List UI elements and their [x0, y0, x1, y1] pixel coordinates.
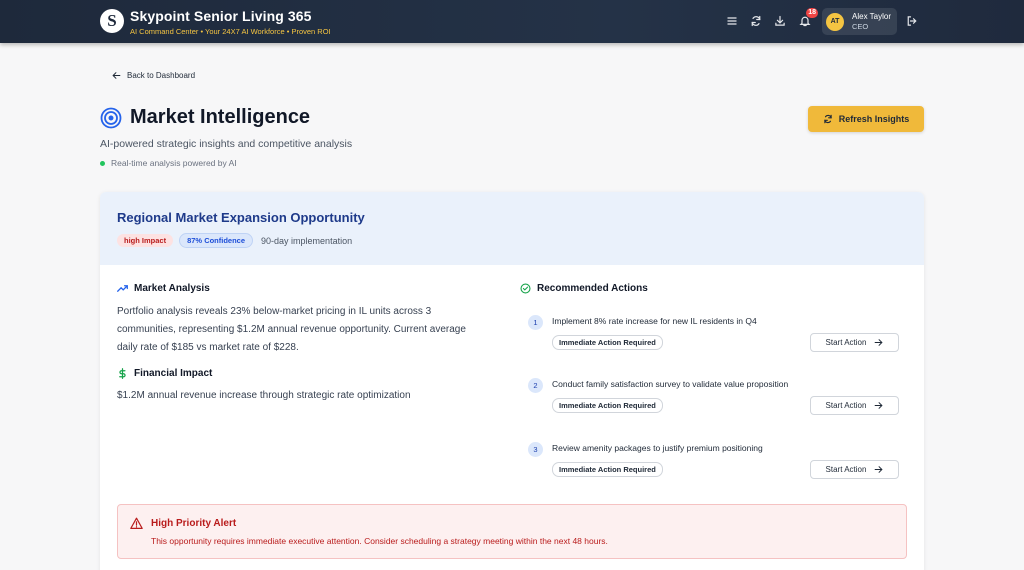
- action-text: Implement 8% rate increase for new IL re…: [552, 316, 757, 326]
- arrow-right-icon: [875, 339, 884, 346]
- download-icon[interactable]: [772, 13, 788, 29]
- target-icon: [100, 107, 122, 129]
- page-title: Market Intelligence: [130, 106, 311, 128]
- refresh-insights-label: Refresh Insights: [838, 114, 910, 124]
- brand-block: Skypoint Senior Living 365 AI Command Ce…: [130, 7, 331, 37]
- insight-card: Regional Market Expansion Opportunity hi…: [100, 192, 924, 570]
- alert-text: This opportunity requires immediate exec…: [151, 536, 608, 546]
- arrow-right-icon: [875, 466, 884, 473]
- brand-logo[interactable]: S: [100, 9, 124, 33]
- financial-impact-label: Financial Impact: [134, 368, 213, 379]
- financial-impact-heading: Financial Impact: [117, 368, 212, 379]
- action-priority-tag: Immediate Action Required: [552, 462, 663, 477]
- action-number: 1: [528, 315, 543, 330]
- arrow-right-icon: [875, 402, 884, 409]
- start-action-button[interactable]: Start Action: [810, 460, 899, 479]
- dollar-icon: [119, 368, 126, 379]
- market-analysis-line: communities, representing $1.2M annual r…: [117, 324, 466, 335]
- page-subtitle: AI-powered strategic insights and compet…: [100, 138, 353, 150]
- action-text: Review amenity packages to justify premi…: [552, 443, 763, 453]
- bell-icon[interactable]: 18: [797, 8, 818, 29]
- start-action-button[interactable]: Start Action: [810, 333, 899, 352]
- user-name: Alex Taylor: [852, 11, 891, 21]
- market-analysis-heading: Market Analysis: [117, 283, 210, 294]
- trending-up-icon: [117, 285, 128, 292]
- action-priority-tag: Immediate Action Required: [552, 335, 663, 350]
- live-status-dot: [100, 160, 105, 166]
- check-circle-icon: [520, 283, 531, 294]
- back-to-dashboard-link[interactable]: Back to Dashboard: [112, 71, 195, 80]
- action-text: Conduct family satisfaction survey to va…: [552, 379, 789, 389]
- financial-impact-text: $1.2M annual revenue increase through st…: [117, 390, 411, 401]
- refresh-icon: [824, 114, 832, 124]
- high-priority-alert: High Priority Alert This opportunity req…: [117, 504, 907, 559]
- app-title: Skypoint Senior Living 365: [130, 8, 312, 24]
- live-status-label: Real-time analysis powered by AI: [111, 158, 237, 168]
- refresh-insights-button[interactable]: Refresh Insights: [808, 106, 924, 132]
- timeline-label: 90-day implementation: [261, 235, 353, 246]
- logout-icon[interactable]: [904, 13, 920, 29]
- back-link-label: Back to Dashboard: [127, 71, 196, 80]
- refresh-icon[interactable]: [748, 13, 764, 29]
- recommended-actions-heading: Recommended Actions: [520, 283, 648, 294]
- alert-title: High Priority Alert: [151, 518, 237, 529]
- user-role: CEO: [852, 21, 869, 31]
- start-action-label: Start Action: [825, 338, 867, 347]
- market-analysis-text: Portfolio analysis reveals 23% below-mar…: [117, 303, 517, 357]
- insight-card-header: Regional Market Expansion Opportunity hi…: [100, 192, 924, 265]
- impact-badge: high Impact: [117, 234, 174, 247]
- insight-title: Regional Market Expansion Opportunity: [117, 210, 365, 225]
- live-status: Real-time analysis powered by AI: [100, 158, 237, 168]
- market-analysis-line: Portfolio analysis reveals 23% below-mar…: [117, 306, 432, 317]
- market-analysis-label: Market Analysis: [134, 283, 210, 294]
- menu-icon[interactable]: [724, 13, 740, 29]
- confidence-badge: 87% Confidence: [179, 233, 254, 248]
- market-analysis-line: daily rate of $185 vs market rate of $22…: [117, 342, 299, 353]
- recommended-actions-label: Recommended Actions: [537, 283, 648, 294]
- user-profile-menu[interactable]: AT Alex Taylor CEO: [822, 8, 897, 35]
- top-navigation-bar: S Skypoint Senior Living 365 AI Command …: [0, 0, 1024, 43]
- action-number: 3: [528, 442, 543, 457]
- notification-count-badge: 18: [806, 8, 818, 18]
- action-number: 2: [528, 378, 543, 393]
- app-subtitle: AI Command Center • Your 24X7 AI Workfor…: [130, 27, 331, 36]
- start-action-label: Start Action: [825, 401, 867, 410]
- arrow-left-icon: [112, 72, 121, 79]
- avatar: AT: [826, 12, 844, 31]
- action-priority-tag: Immediate Action Required: [552, 398, 663, 413]
- warning-icon: [130, 517, 143, 529]
- start-action-label: Start Action: [825, 465, 867, 474]
- start-action-button[interactable]: Start Action: [810, 396, 899, 415]
